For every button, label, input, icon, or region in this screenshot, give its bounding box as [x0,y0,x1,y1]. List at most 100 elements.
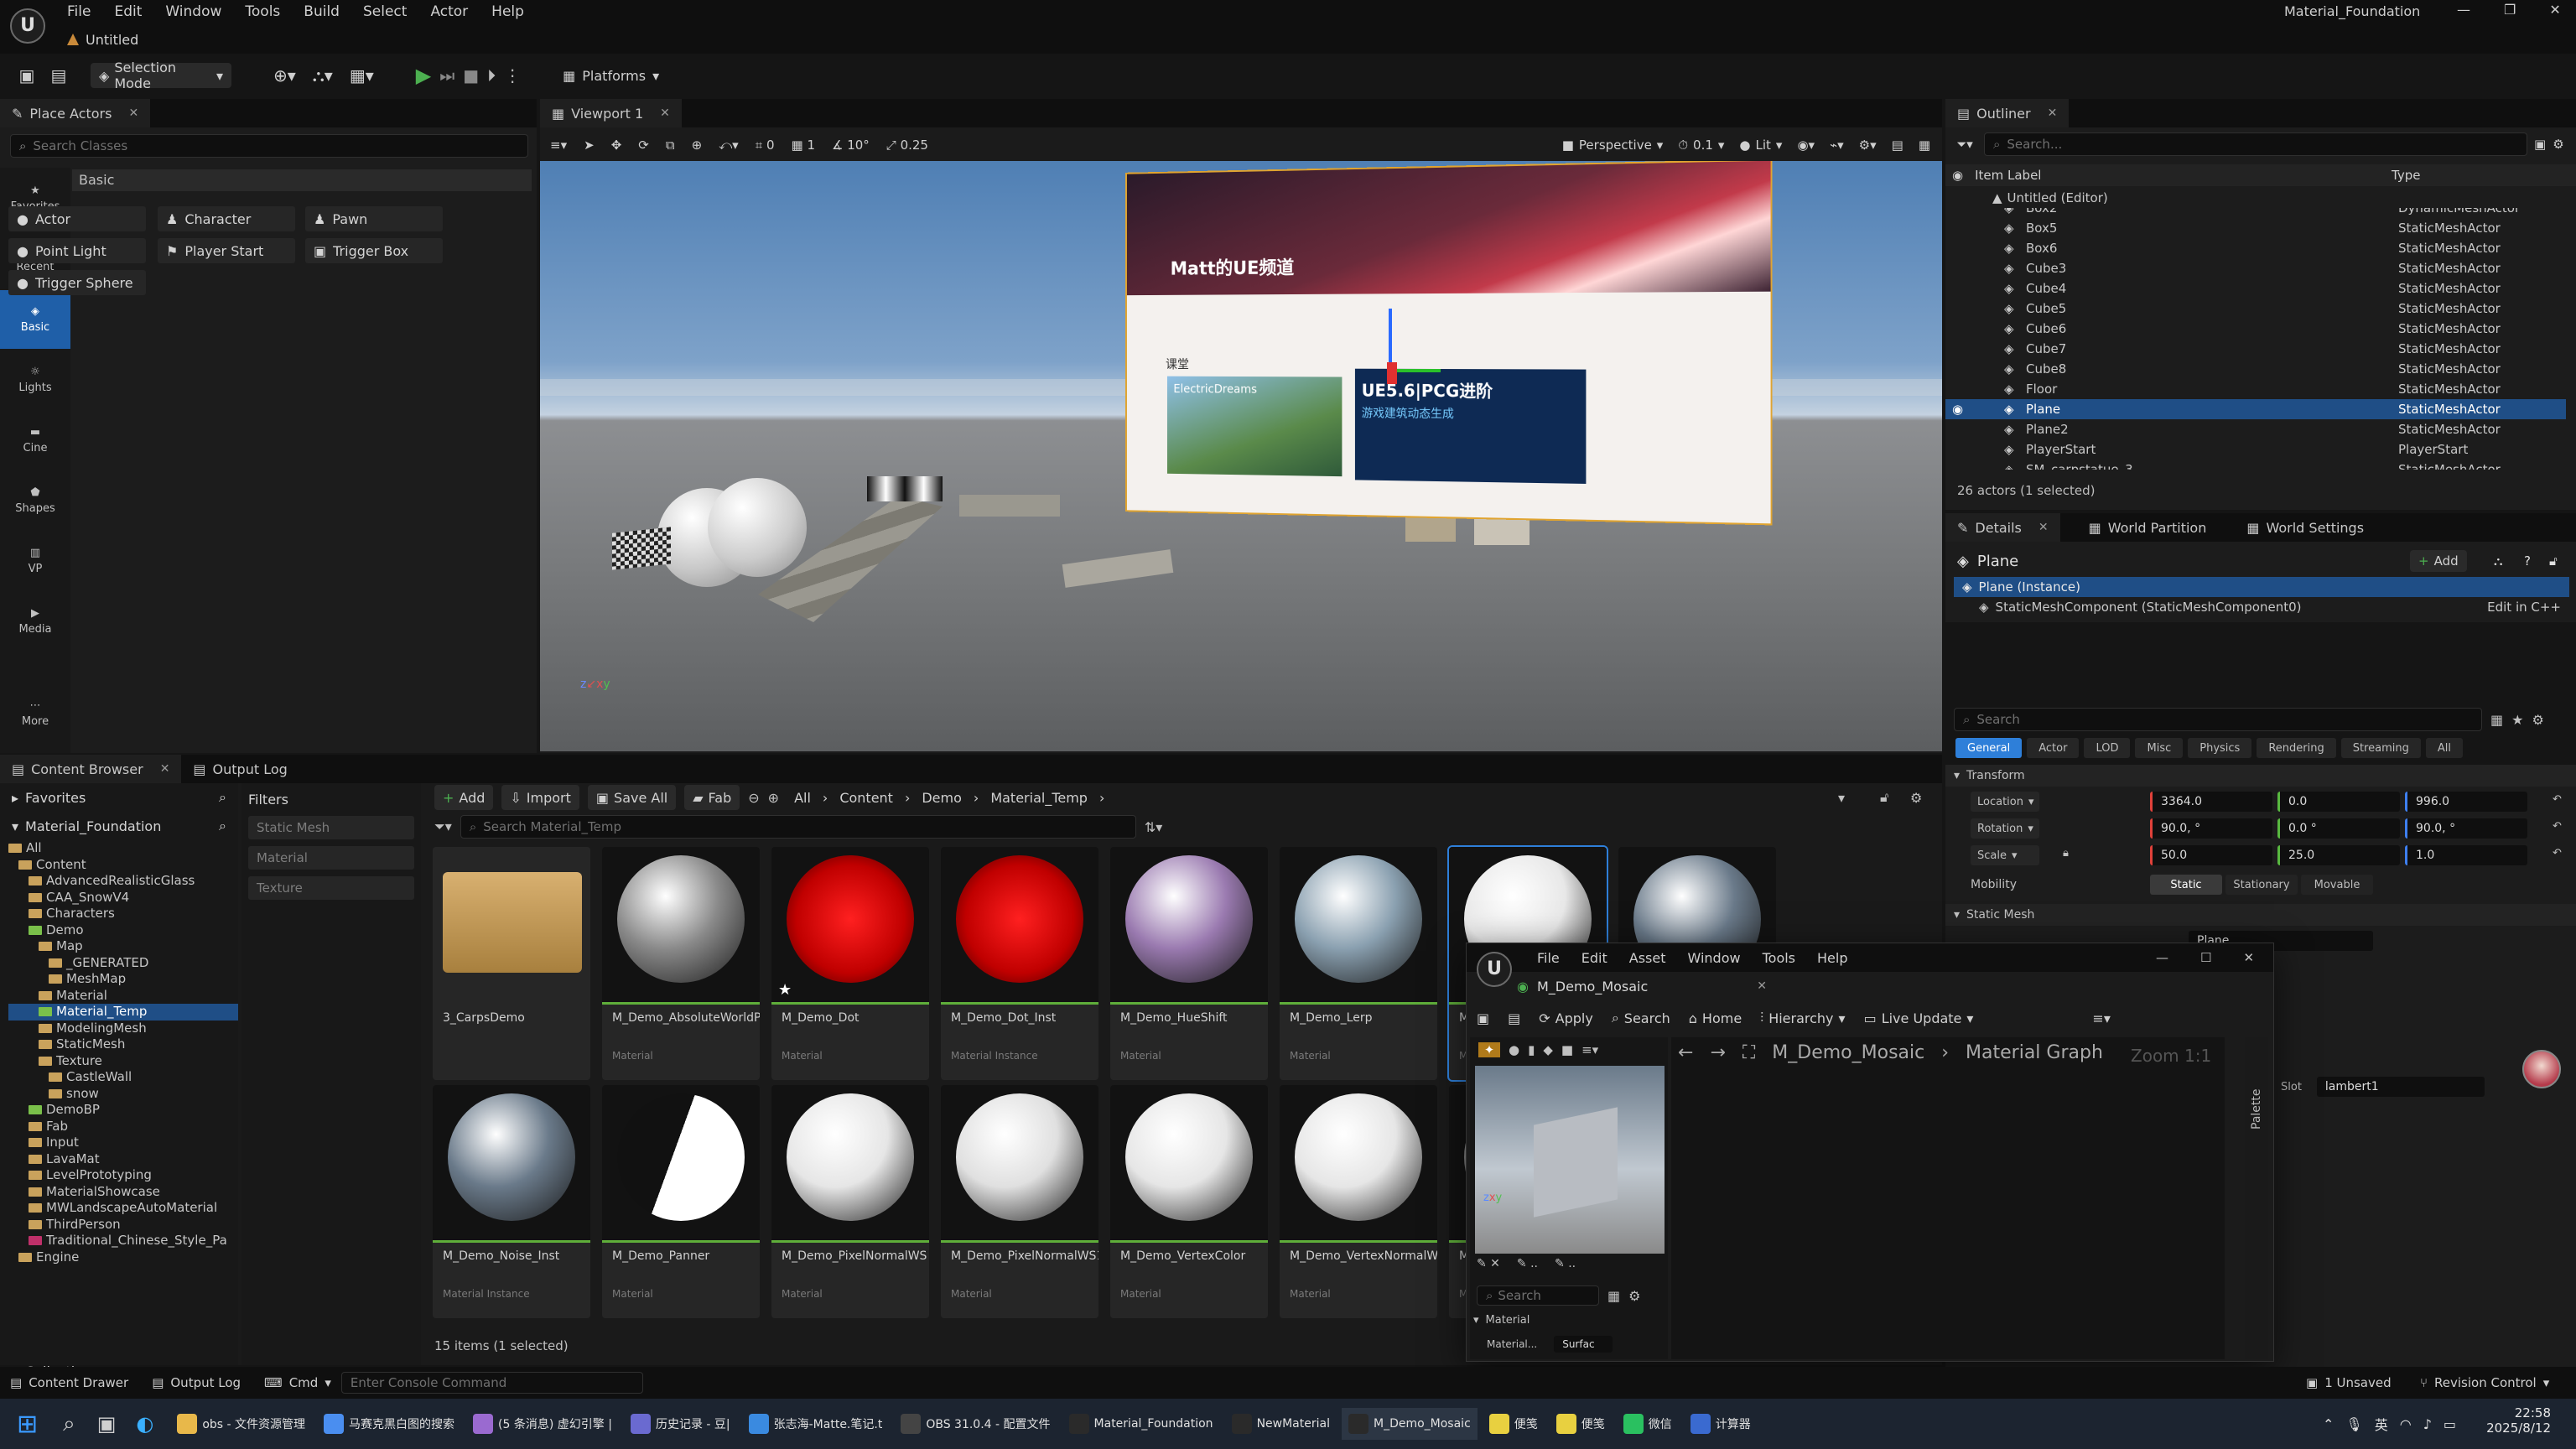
category-media[interactable]: ▶ Media [0,592,70,651]
search-icon[interactable]: ⌕ [219,818,226,834]
mobility-movable[interactable]: Movable [2301,875,2373,895]
grid-view-icon[interactable]: ▦ [1607,1288,1620,1304]
selection-mode-button[interactable]: ◈ Selection Mode ▾ [91,60,231,91]
step-icon[interactable]: ⏭ [439,65,454,86]
live-update-button[interactable]: ▭ Live Update ▾ [1864,1010,1974,1026]
asset-tile[interactable]: M_Demo_PixelNormalWS Material [771,1085,929,1318]
tab-world-partition[interactable]: ▦ World Partition [2077,513,2219,542]
category-lights[interactable]: ☼ Lights [0,351,70,409]
minimize-icon[interactable]: — [2457,2,2470,18]
asset-tile[interactable]: M_Demo_Dot_Inst Material Instance [941,847,1098,1080]
cinematics-icon[interactable]: ▦▾ [350,65,374,86]
platforms-button[interactable]: ▦ Platforms ▾ [563,68,659,84]
folder-material_temp[interactable]: Material_Temp [8,1004,238,1021]
reset-icon[interactable]: ↶ [2553,820,2562,833]
level-tab[interactable]: Untitled [67,29,138,50]
asset-tile[interactable]: M_Demo_HueShift Material [1110,847,1268,1080]
project-header[interactable]: ▾ Material_Foundation ⌕ [0,812,238,840]
preview-plane-icon[interactable]: ◆ [1543,1042,1553,1057]
preview-sphere-icon[interactable]: ● [1509,1042,1519,1057]
scale-z-field[interactable]: 1.0 [2405,845,2527,865]
grid-view-icon[interactable]: ▦ [2490,712,2503,728]
col-item-label[interactable]: Item Label [1975,168,2041,183]
graph-breadcrumb-graph[interactable]: Material Graph [1966,1042,2103,1063]
content-drawer-button[interactable]: ▤ Content Drawer [10,1375,128,1390]
search-classes-input[interactable]: ⌕ Search Classes [10,134,528,158]
details-search-input[interactable]: ⌕ Search [1954,708,2482,731]
grid-snap-icon[interactable]: ⌗ 0 [756,138,775,153]
more-options-icon[interactable]: ⋮ [504,65,521,86]
category-vp[interactable]: ▥ VP [0,532,70,590]
actor-item-pawn[interactable]: ♟ Pawn [305,206,443,231]
filter-lod[interactable]: LOD [2084,738,2131,758]
close-icon[interactable]: ✕ [2048,106,2058,120]
hierarchy-button[interactable]: ⫶ Hierarchy ▾ [1760,1010,1845,1026]
close-icon[interactable]: ✕ [660,106,670,120]
history-back-icon[interactable]: ⊖ [748,790,759,806]
folder-characters[interactable]: Characters [8,906,238,922]
outliner-row[interactable]: ◈ Cube8 StaticMeshActor [1945,359,2566,379]
preview-cube-icon[interactable]: ■ [1561,1042,1573,1057]
output-log-button[interactable]: ▤ Output Log [152,1375,241,1390]
task-view-icon[interactable]: ▣ [97,1412,117,1436]
folder-fab[interactable]: Fab [8,1119,238,1135]
star-icon[interactable]: ★ [2511,712,2523,728]
add-folder-icon[interactable]: ▣ [2534,137,2546,152]
material-preview[interactable]: zxy [1475,1066,1665,1254]
scale-snap-icon[interactable]: ⤢ 0.25 [886,138,928,153]
show-icon[interactable]: ◉▾ [1797,138,1815,153]
realtime-icon[interactable]: ⌁▾ [1830,138,1844,153]
path-demo[interactable]: Demo [922,790,962,806]
settings-icon[interactable]: ⚙ [2532,712,2543,728]
material-tab[interactable]: ◉ M_Demo_Mosaic ✕ [1517,974,1767,999]
menu-item-help[interactable]: Help [491,3,524,20]
slot-value[interactable]: lambert1 [2316,1077,2485,1097]
menu-item-help[interactable]: Help [1817,950,1847,966]
folder-_generated[interactable]: _GENERATED [8,955,238,972]
menu-item-file[interactable]: File [67,3,91,20]
outliner-row[interactable]: ◈ SM_carpstatue_3 StaticMeshActor [1945,460,2566,470]
asset-tile[interactable]: ★ M_Demo_Dot Material [771,847,929,1080]
filter-icon[interactable]: ⏷▾ [434,818,452,835]
menu-icon[interactable]: ≡▾ [2092,1010,2110,1026]
forward-icon[interactable]: → [1710,1042,1725,1063]
outliner-row[interactable]: ◈ Cube4 StaticMeshActor [1945,278,2566,299]
taskbar-app[interactable]: 微信 [1617,1408,1679,1440]
actor-item-character[interactable]: ♟ Character [158,206,295,231]
folder-demo[interactable]: Demo [8,922,238,939]
viewport-scene[interactable]: Matt的UE频道 课堂 ElectricDreams UE5.6|PCG进阶 … [540,161,1942,751]
lit-button[interactable]: ● Lit ▾ [1739,138,1782,153]
rotation-z-field[interactable]: 90.0, ° [2405,818,2527,839]
chevron-down-icon[interactable]: ▾ [1838,790,1845,806]
folder-caa_snowv4[interactable]: CAA_SnowV4 [8,890,238,906]
filter-texture[interactable]: Texture [248,876,414,900]
material-domain-value[interactable]: Surfac [1554,1336,1613,1353]
lock-icon[interactable]: 🔒︎ [2063,847,2069,860]
lock-icon[interactable]: 🔓︎ [1880,789,1888,806]
edge-icon[interactable]: ◐ [136,1412,153,1436]
col-type[interactable]: Type [2392,168,2420,183]
folder-texture[interactable]: Texture [8,1053,238,1070]
menu-item-edit[interactable]: Edit [114,3,142,20]
folder-thirdperson[interactable]: ThirdPerson [8,1217,238,1233]
play-icon[interactable]: ▶ [416,64,431,87]
location-y-field[interactable]: 0.0 [2277,792,2400,812]
asset-tile[interactable]: 3_CarpsDemo [433,847,590,1080]
perspective-button[interactable]: ■ Perspective ▾ [1562,138,1664,153]
cmd-button[interactable]: ⌨ Cmd ▾ [264,1375,331,1390]
reset-icon[interactable]: ↶ [2553,793,2562,806]
static-mesh-section[interactable]: ▾ Static Mesh [1945,904,2576,926]
outliner-row[interactable]: ◈ Box6 StaticMeshActor [1945,238,2566,258]
stop-icon[interactable]: ■ [463,65,479,86]
settings-icon[interactable]: ⚙ [1910,790,1922,806]
asset-tile[interactable]: M_Demo_VertexColor Material [1110,1085,1268,1318]
outliner-row[interactable]: ◈ Box5 StaticMeshActor [1945,218,2566,238]
windows-start-icon[interactable]: ⊞ [17,1410,38,1439]
path-content[interactable]: Content [839,790,893,806]
tab-viewport[interactable]: ▦ Viewport 1 ✕ [540,99,682,127]
visibility-icon[interactable]: ◉ [1952,402,1963,417]
folder-demobp[interactable]: DemoBP [8,1102,238,1119]
save-all-button[interactable]: ▣ Save All [587,785,677,810]
taskbar-app[interactable]: 张志海-Matte.笔记.t [742,1408,890,1440]
outliner-row[interactable]: ◈ Floor StaticMeshActor [1945,379,2566,399]
